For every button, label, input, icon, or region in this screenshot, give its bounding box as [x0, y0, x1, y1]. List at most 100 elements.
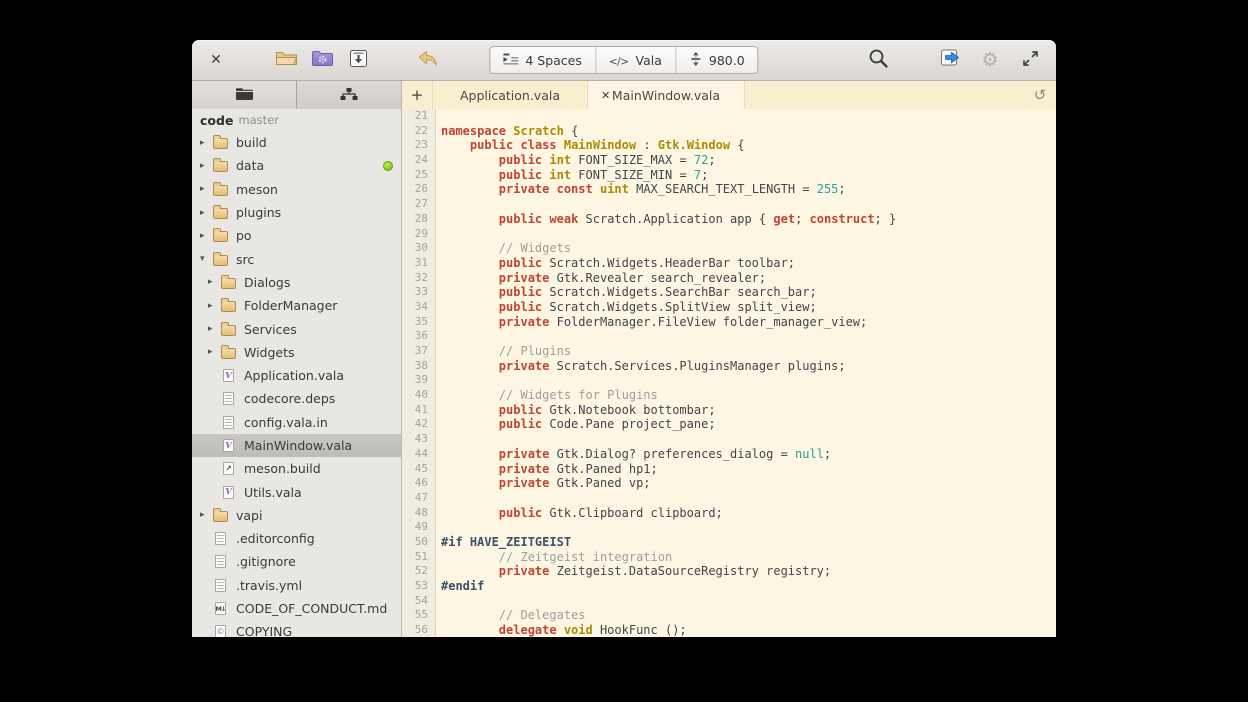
line-number: 21 [402, 109, 436, 124]
code-line[interactable]: 35 private FolderManager.FileView folder… [402, 315, 1056, 330]
tree-item-po[interactable]: ▸po [192, 224, 401, 247]
code-line[interactable]: 49 [402, 520, 1056, 535]
code-line[interactable]: 54 [402, 594, 1056, 609]
fullscreen-button[interactable] [1016, 46, 1044, 74]
tree-item-meson.build[interactable]: meson.build [192, 457, 401, 480]
format-button-lineheight[interactable]: 980.0 [676, 47, 758, 73]
lineheight-icon [689, 52, 702, 69]
code-line[interactable]: 47 [402, 491, 1056, 506]
format-button-indent[interactable]: 4 Spaces [490, 47, 596, 73]
code-line[interactable]: 44 private Gtk.Dialog? preferences_dialo… [402, 447, 1056, 462]
tree-item-Utils.vala[interactable]: Utils.vala [192, 480, 401, 503]
code-line[interactable]: 46 private Gtk.Paned vp; [402, 476, 1056, 491]
code-line[interactable]: 24 public int FONT_SIZE_MAX = 72; [402, 153, 1056, 168]
code-line[interactable]: 52 private Zeitgeist.DataSourceRegistry … [402, 564, 1056, 579]
code-line[interactable]: 28 public weak Scratch.Application app {… [402, 212, 1056, 227]
code-line[interactable]: 43 [402, 432, 1056, 447]
tab-close-icon[interactable]: ✕ [601, 89, 610, 102]
format-button-group: 4 Spaces</>Vala980.0 [489, 46, 758, 74]
settings-button[interactable]: ⚙ [976, 46, 1004, 74]
code-line[interactable]: 55 // Delegates [402, 608, 1056, 623]
code-line[interactable]: 23 public class MainWindow : Gtk.Window … [402, 138, 1056, 153]
outline-view-button[interactable] [297, 81, 401, 109]
expand-arrow-icon[interactable]: ▸ [208, 347, 221, 357]
code-line[interactable]: 38 private Scratch.Services.PluginsManag… [402, 359, 1056, 374]
code-line[interactable]: 27 [402, 197, 1056, 212]
tree-item-Dialogs[interactable]: ▸Dialogs [192, 271, 401, 294]
tree-item-Widgets[interactable]: ▸Widgets [192, 341, 401, 364]
code-line[interactable]: 39 [402, 373, 1056, 388]
code-line[interactable]: 31 public Scratch.Widgets.HeaderBar tool… [402, 256, 1056, 271]
new-tab-button[interactable]: + [402, 81, 433, 109]
expand-arrow-icon[interactable]: ▸ [200, 510, 213, 520]
expand-arrow-icon[interactable]: ▸ [200, 161, 213, 171]
format-button-code[interactable]: </>Vala [596, 47, 676, 73]
tree-item-label: COPYING [236, 624, 292, 637]
share-button[interactable] [936, 46, 964, 74]
tree-item-plugins[interactable]: ▸plugins [192, 201, 401, 224]
tree-item-codecore.deps[interactable]: codecore.deps [192, 387, 401, 410]
open-file-button[interactable] [272, 46, 300, 74]
history-button[interactable]: ↺ [1024, 81, 1056, 109]
code-icon: </> [609, 53, 629, 68]
code-line[interactable]: 22namespace Scratch { [402, 124, 1056, 139]
code-line[interactable]: 45 private Gtk.Paned hp1; [402, 462, 1056, 477]
expand-arrow-icon[interactable]: ▸ [208, 324, 221, 334]
expand-arrow-icon[interactable]: ▸ [200, 138, 213, 148]
code-line[interactable]: 21 [402, 109, 1056, 124]
code-line[interactable]: 48 public Gtk.Clipboard clipboard; [402, 506, 1056, 521]
tree-item-Services[interactable]: ▸Services [192, 317, 401, 340]
expand-arrow-icon[interactable]: ▸ [200, 184, 213, 194]
code-line[interactable]: 42 public Code.Pane project_pane; [402, 417, 1056, 432]
code-line[interactable]: 29 [402, 227, 1056, 242]
templates-button[interactable] [308, 46, 336, 74]
source-editor[interactable]: 2122namespace Scratch {23 public class M… [402, 109, 1056, 637]
code-line[interactable]: 40 // Widgets for Plugins [402, 388, 1056, 403]
expand-arrow-icon[interactable]: ▸ [208, 301, 221, 311]
tree-item-FolderManager[interactable]: ▸FolderManager [192, 294, 401, 317]
line-number: 28 [402, 212, 436, 227]
tree-item-Application.vala[interactable]: Application.vala [192, 364, 401, 387]
save-button[interactable] [344, 46, 372, 74]
code-line[interactable]: 36 [402, 329, 1056, 344]
tree-item-src[interactable]: ▾src [192, 247, 401, 270]
tree-item-meson[interactable]: ▸meson [192, 178, 401, 201]
code-line[interactable]: 25 public int FONT_SIZE_MIN = 7; [402, 168, 1056, 183]
folder-icon [213, 185, 228, 196]
tree-item-COPYING[interactable]: COPYING [192, 620, 401, 637]
code-line[interactable]: 33 public Scratch.Widgets.SearchBar sear… [402, 285, 1056, 300]
search-button[interactable] [864, 46, 892, 74]
code-line[interactable]: 53#endif [402, 579, 1056, 594]
expand-arrow-icon[interactable]: ▸ [208, 277, 221, 287]
expand-arrow-icon[interactable]: ▸ [200, 231, 213, 241]
code-line[interactable]: 34 public Scratch.Widgets.SplitView spli… [402, 300, 1056, 315]
code-line[interactable]: 50#if HAVE_ZEITGEIST [402, 535, 1056, 550]
code-line[interactable]: 32 private Gtk.Revealer search_revealer; [402, 271, 1056, 286]
expand-arrow-icon[interactable]: ▸ [200, 208, 213, 218]
line-number: 27 [402, 197, 436, 212]
collapse-arrow-icon[interactable]: ▾ [200, 254, 213, 264]
tree-item-build[interactable]: ▸build [192, 131, 401, 154]
tree-item-.gitignore[interactable]: .gitignore [192, 550, 401, 573]
tree-item-.editorconfig[interactable]: .editorconfig [192, 527, 401, 550]
tree-item-CODE_OF_CONDUCT.md[interactable]: CODE_OF_CONDUCT.md [192, 597, 401, 620]
code-line[interactable]: 30 // Widgets [402, 241, 1056, 256]
tab-MainWindow.vala[interactable]: ✕MainWindow.vala [588, 81, 745, 109]
code-text [436, 227, 441, 242]
tab-Application.vala[interactable]: Application.vala [433, 81, 588, 109]
project-header[interactable]: code master [192, 109, 401, 131]
code-line[interactable]: 56 delegate void HookFunc (); [402, 623, 1056, 637]
tree-item-MainWindow.vala[interactable]: MainWindow.vala [192, 434, 401, 457]
tree-item-vapi[interactable]: ▸vapi [192, 504, 401, 527]
code-line[interactable]: 51 // Zeitgeist integration [402, 550, 1056, 565]
code-line[interactable]: 41 public Gtk.Notebook bottombar; [402, 403, 1056, 418]
tree-item-.travis.yml[interactable]: .travis.yml [192, 574, 401, 597]
code-text [436, 197, 441, 212]
tree-item-data[interactable]: ▸data [192, 154, 401, 177]
code-line[interactable]: 26 private const uint MAX_SEARCH_TEXT_LE… [402, 182, 1056, 197]
files-view-button[interactable] [192, 81, 297, 109]
code-line[interactable]: 37 // Plugins [402, 344, 1056, 359]
tree-item-config.vala.in[interactable]: config.vala.in [192, 411, 401, 434]
window-close-button[interactable]: ✕ [202, 46, 230, 74]
undo-button[interactable] [414, 46, 442, 74]
